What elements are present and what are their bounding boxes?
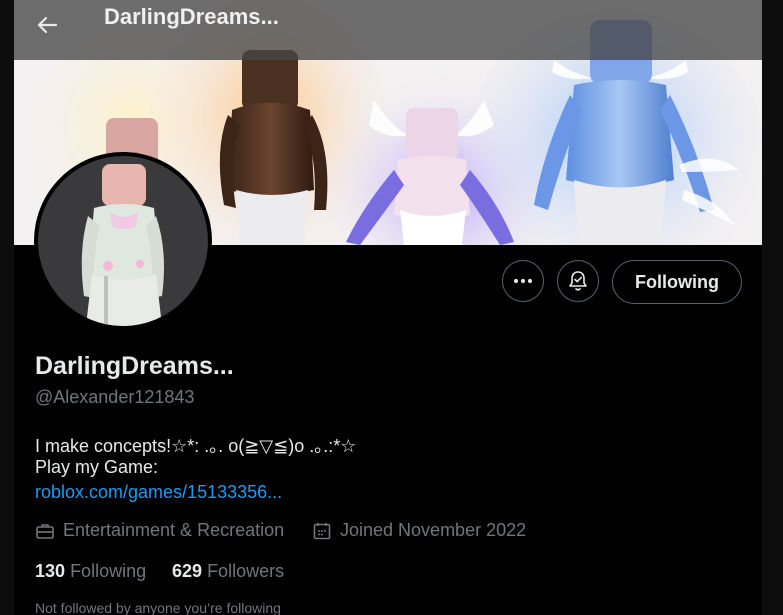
user-handle: @Alexander121843 [35, 387, 195, 407]
more-options-button[interactable] [502, 260, 544, 302]
profile-header: DarlingDreams... 402 posts [14, 0, 762, 60]
bio-text-game: Play my Game: [35, 457, 159, 477]
briefcase-icon [36, 523, 54, 539]
followers-label: Followers [207, 561, 285, 581]
followers-count: 629 [172, 561, 203, 581]
profile-category: Entertainment & Recreation [35, 520, 284, 541]
left-gutter [0, 0, 14, 615]
following-button[interactable]: Following [612, 260, 742, 304]
posts-count: 402 posts [104, 38, 165, 54]
join-date: Joined November 2022 [312, 520, 526, 541]
calendar-icon [313, 522, 331, 539]
header-title: DarlingDreams... [104, 4, 279, 29]
followers-count-link[interactable]: 629 Followers [172, 561, 284, 582]
profile-column: DarlingDreams... 402 posts Following Dar… [14, 0, 762, 615]
right-gutter [762, 0, 783, 615]
notifications-button[interactable] [557, 260, 599, 302]
following-count-link[interactable]: 130 Following [35, 561, 146, 582]
more-horizontal-icon [513, 278, 533, 284]
category-label: Entertainment & Recreation [63, 520, 285, 540]
following-label: Following [70, 561, 147, 581]
following-count: 130 [35, 561, 66, 581]
bio-text: I make concepts!☆*: .｡. o(≧▽≦)o .｡.:*☆ [35, 436, 357, 456]
back-button[interactable] [30, 8, 64, 42]
avatar[interactable] [34, 152, 212, 330]
bell-check-icon [569, 271, 587, 291]
joined-label: Joined November 2022 [340, 520, 527, 540]
arrow-left-icon [37, 16, 58, 34]
mutual-followers-note: Not followed by anyone you’re following [35, 600, 281, 615]
bio-game-link[interactable]: roblox.com/games/15133356... [35, 482, 282, 503]
avatar-image [38, 156, 208, 326]
display-name: DarlingDreams... [35, 352, 234, 380]
